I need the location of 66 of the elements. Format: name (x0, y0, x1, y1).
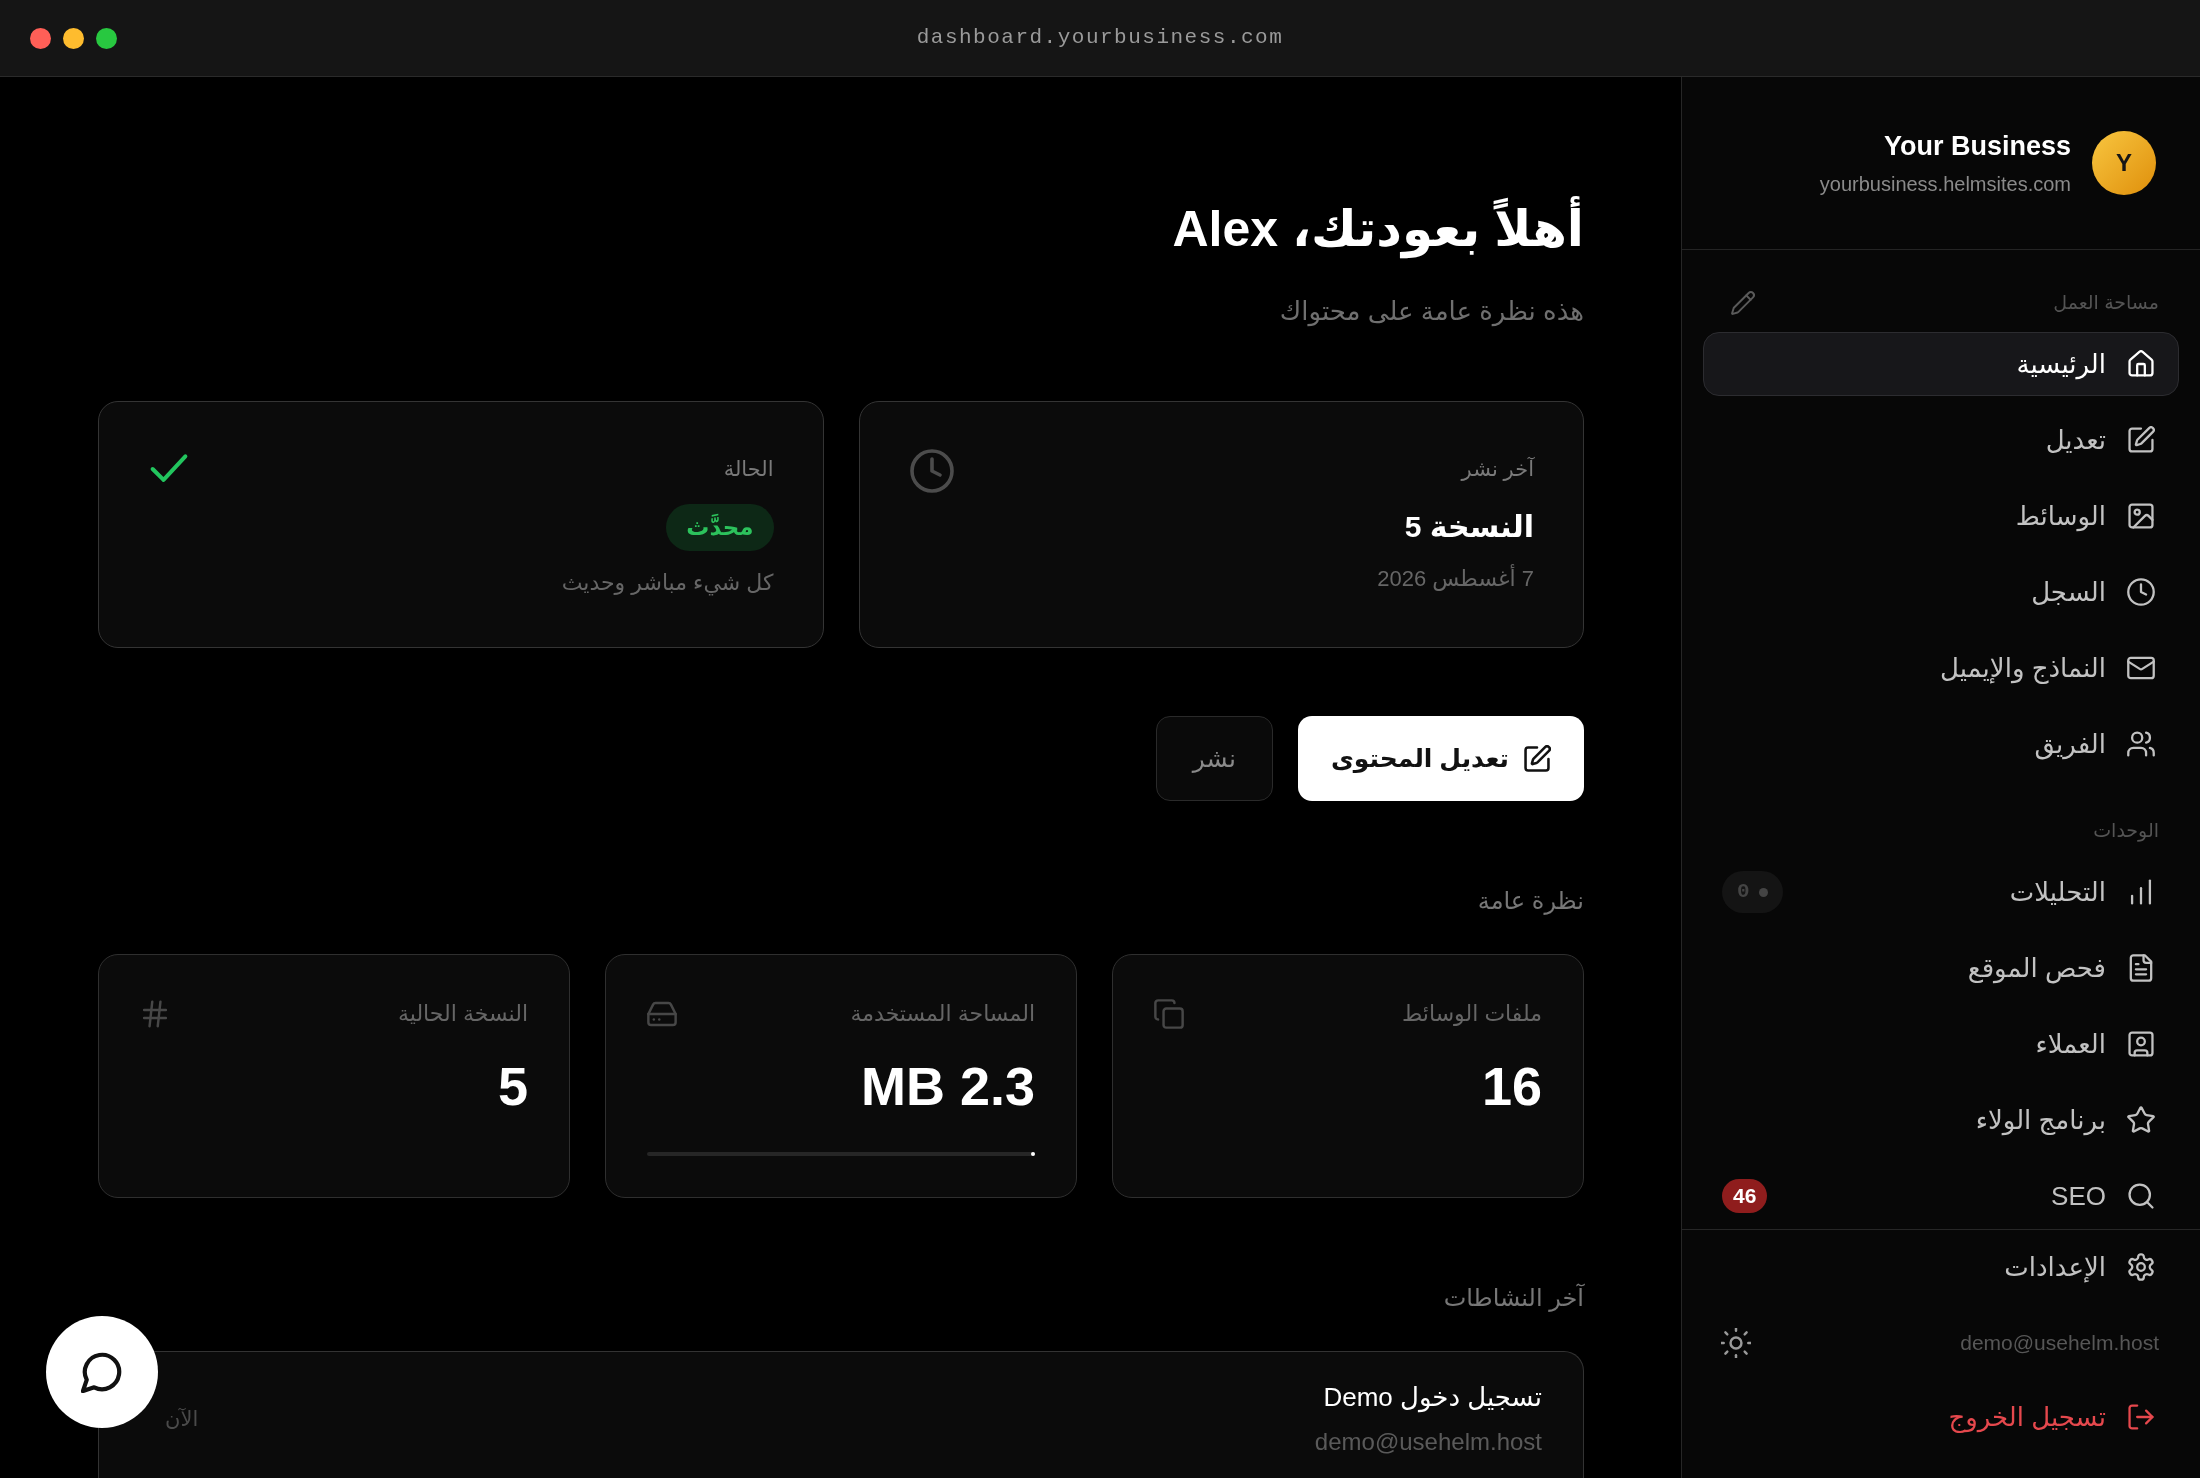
status-dot-icon (1758, 887, 1768, 897)
activity-time: الآن (165, 1405, 199, 1432)
edit-content-button[interactable]: تعديل المحتوى (1297, 716, 1584, 801)
count-badge: 46 (1722, 1179, 1768, 1213)
nav-item[interactable]: الوسائط (1703, 484, 2179, 548)
section-label: مساحة العمل (2053, 290, 2159, 315)
user-email: demo@usehelm.host (1960, 1330, 2159, 1357)
speech-bubble-icon (81, 1351, 123, 1393)
page-title: أهلاً بعودتك، Alex (98, 198, 1584, 260)
copy-icon (1154, 999, 1184, 1029)
people-icon (2127, 730, 2155, 758)
card-detail: 7 أغسطس 2026 (1377, 566, 1534, 592)
minimize-window-icon[interactable] (63, 27, 84, 49)
business-name: Your Business (1882, 129, 2071, 163)
pencil-icon[interactable] (1731, 291, 1755, 315)
stat-label: المساحة المستخدمة (850, 1001, 1035, 1027)
nav-item[interactable]: SEO (1775, 1164, 2179, 1228)
nav-item[interactable]: الفريق (1703, 712, 2179, 776)
hash-icon (140, 999, 170, 1029)
status-pill: محدَّث (666, 504, 774, 551)
stat-label: ملفات الوسائط (1401, 1001, 1542, 1027)
activity-email: demo@usehelm.host (1314, 1427, 1542, 1456)
image-icon (2127, 502, 2155, 530)
sun-icon[interactable] (1721, 1328, 1751, 1358)
nav-item[interactable]: النماذج والإيميل (1703, 636, 2179, 700)
business-domain: yourbusiness.helmsites.com (1819, 172, 2071, 197)
document-icon (2127, 954, 2155, 982)
pencil-square-icon (2127, 426, 2155, 454)
stat-value: 5 (496, 1055, 528, 1118)
avatar: Y (2092, 131, 2156, 195)
nav-item[interactable]: السجل (1703, 560, 2179, 624)
drive-icon (647, 999, 677, 1029)
clock-icon (909, 449, 954, 493)
maximize-window-icon[interactable] (96, 27, 117, 49)
nav-item[interactable]: العملاء (1703, 1012, 2179, 1076)
pencil-square-icon (1523, 744, 1551, 773)
settings-icon (2127, 1253, 2155, 1281)
settings-link[interactable]: الإعدادات (1703, 1235, 2179, 1299)
card-label: آخر نشر (1461, 457, 1534, 481)
section-heading: نظرة عامة (1476, 886, 1584, 915)
stat-label: النسخة الحالية (397, 1001, 528, 1027)
card-label: الحالة (723, 457, 774, 481)
envelope-icon (2127, 654, 2155, 682)
close-window-icon[interactable] (30, 27, 51, 49)
contact-card-icon (2127, 1030, 2155, 1058)
section-heading: آخر النشاطات (1442, 1283, 1584, 1312)
page-url: dashboard.yourbusiness.com (916, 25, 1284, 52)
nav-item[interactable]: فحص الموقع (1703, 936, 2179, 1000)
logout-link[interactable]: تسجيل الخروج (1703, 1385, 2179, 1449)
nav-item[interactable]: تعديل (1703, 408, 2179, 472)
section-label: الوحدات (2093, 818, 2159, 844)
activity-title: تسجيل دخول Demo (1322, 1381, 1542, 1413)
nav-item[interactable]: برنامج الولاء (1703, 1088, 2179, 1152)
stat-value: 16 (1480, 1055, 1542, 1118)
card-detail: كل شيء مباشر وحديث (561, 570, 774, 596)
version-text: النسخة 5 (1404, 509, 1534, 545)
search-icon (2127, 1182, 2155, 1210)
star-icon (2127, 1106, 2155, 1134)
publish-button[interactable]: نشر (1155, 716, 1273, 801)
logout-icon (2127, 1403, 2155, 1431)
clock-icon (2127, 578, 2155, 606)
page-subtitle: هذه نظرة عامة على محتواك (1278, 296, 1584, 327)
nav-item[interactable]: التحليلات (1790, 860, 2179, 924)
stat-value: 2.3 MB (859, 1055, 1035, 1118)
home-icon (2127, 350, 2155, 378)
nav-item[interactable]: الرئيسية (1703, 332, 2179, 396)
